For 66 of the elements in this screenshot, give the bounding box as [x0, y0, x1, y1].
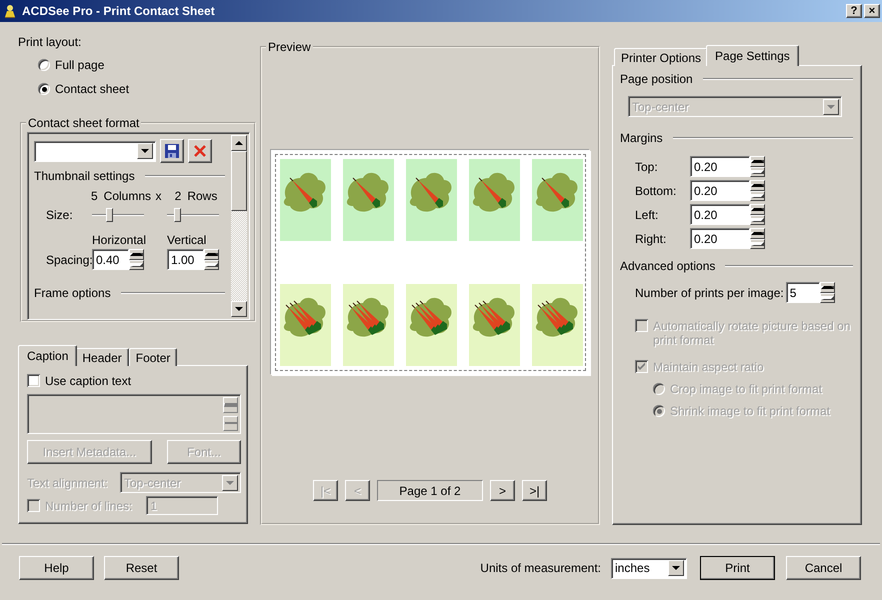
slider-thumb[interactable] [174, 208, 181, 222]
caption-text-area[interactable] [27, 394, 241, 434]
print-button[interactable]: Print [700, 556, 775, 580]
times-sign: x [154, 189, 162, 203]
page-nav-button[interactable]: >| [522, 480, 547, 501]
section-heading: Frame options [34, 286, 111, 300]
radio-button[interactable] [38, 59, 50, 71]
row-count: 2 [174, 189, 182, 203]
close-button[interactable]: × [864, 4, 880, 18]
spacing-label: Spacing: [45, 252, 92, 266]
margin-field[interactable]: 0.20 [690, 204, 750, 225]
radio-button[interactable] [38, 83, 50, 95]
columns-label: Columns [104, 189, 152, 203]
section-heading: Margins [620, 131, 663, 145]
help-button[interactable]: ? [846, 4, 862, 18]
help-button[interactable]: Help [19, 556, 94, 580]
page-indicator: Page 1 of 2 [377, 480, 483, 501]
column-count: 5 [90, 189, 98, 203]
delete-button[interactable] [188, 139, 212, 163]
vertical-spacing-field[interactable]: 1.00 [167, 249, 204, 270]
page-nav-button[interactable]: > [490, 480, 515, 501]
prints-per-image-label: Number of prints per image: [635, 286, 784, 300]
group-title: Preview [267, 40, 312, 54]
margin-field[interactable]: 0.20 [690, 180, 750, 201]
format-dropdown[interactable] [34, 140, 156, 162]
spin-buttons[interactable] [129, 249, 144, 270]
margin-field[interactable]: 0.20 [690, 156, 750, 177]
margin-label: Top: [635, 160, 659, 174]
slider-thumb[interactable] [106, 208, 112, 222]
app-icon [2, 3, 18, 19]
window-title: ACDSee Pro - Print Contact Sheet [22, 4, 216, 18]
save-button[interactable] [160, 139, 184, 163]
save-icon [164, 143, 180, 159]
reset-button[interactable]: Reset [104, 556, 179, 580]
radio-label[interactable]: Full page [55, 58, 104, 72]
spin-buttons[interactable] [750, 180, 765, 201]
rows-label: Rows [187, 189, 218, 203]
spin-buttons[interactable] [750, 228, 765, 249]
spin-buttons[interactable] [204, 249, 219, 270]
cancel-button[interactable]: Cancel [786, 556, 861, 580]
spin-buttons[interactable] [820, 282, 835, 303]
group-title: Contact sheet format [27, 116, 140, 130]
tab[interactable]: Printer Options [614, 48, 708, 66]
section-label: Print layout: [18, 35, 82, 49]
margin-label: Right: [635, 232, 668, 246]
horizontal-spacing-field[interactable]: 0.40 [92, 249, 129, 270]
checkmark-icon [637, 362, 646, 371]
tab[interactable]: Page Settings [706, 45, 799, 66]
prints-per-image-field[interactable]: 5 [786, 282, 820, 303]
margin-field[interactable]: 0.20 [690, 228, 750, 249]
scroll-buttons [223, 397, 238, 431]
units-label: Units of measurement: [480, 561, 601, 575]
margin-label: Bottom: [635, 184, 678, 198]
units-dropdown[interactable]: inches [611, 558, 687, 578]
scrollbar[interactable] [231, 135, 247, 317]
section-heading: Thumbnail settings [34, 169, 135, 183]
size-label: Size: [45, 208, 74, 222]
section-heading: Page position [620, 72, 693, 86]
delete-icon [193, 144, 207, 158]
radio-label[interactable]: Contact sheet [55, 82, 130, 96]
vertical-label: Vertical [167, 232, 208, 247]
section-heading: Advanced options [620, 259, 716, 273]
margin-label: Left: [635, 208, 660, 222]
spin-buttons[interactable] [750, 156, 765, 177]
horizontal-label: Horizontal [92, 232, 148, 247]
spin-buttons[interactable] [750, 204, 765, 225]
